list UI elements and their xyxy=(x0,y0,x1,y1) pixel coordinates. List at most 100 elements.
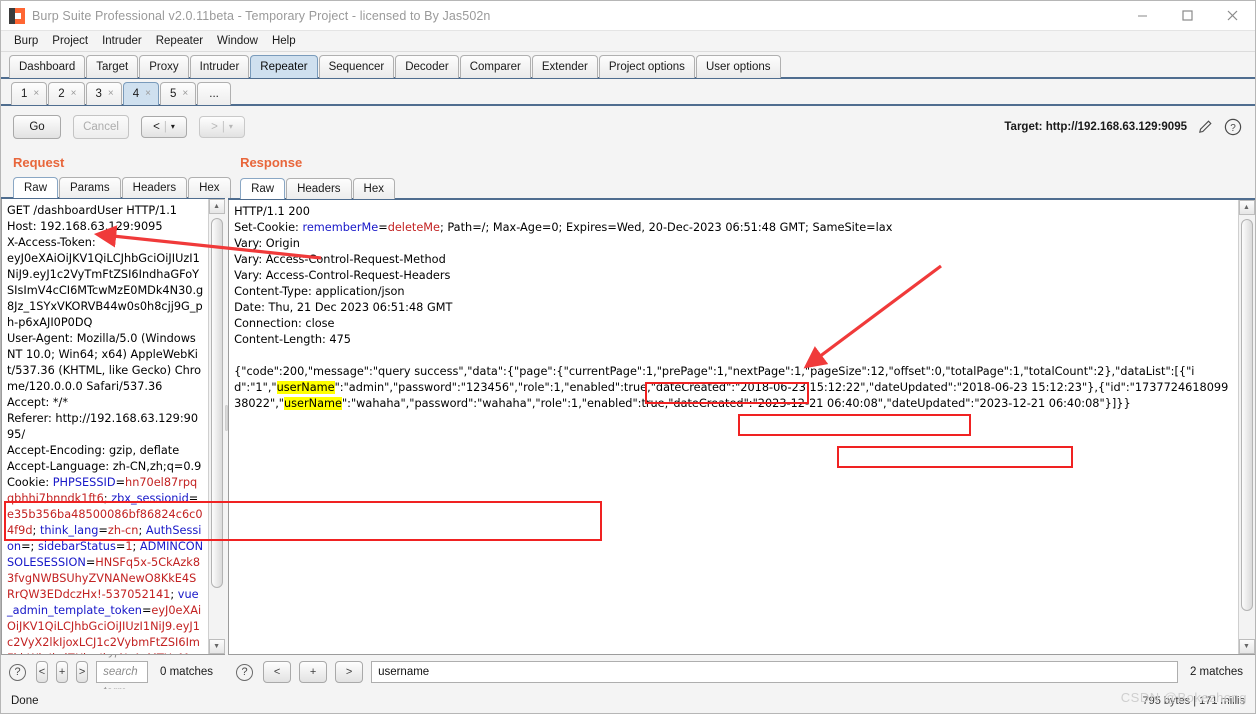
response-editor[interactable]: HTTP/1.1 200 Set-Cookie: rememberMe=dele… xyxy=(229,200,1238,654)
scroll-track[interactable] xyxy=(1238,215,1255,639)
response-search-input[interactable]: username xyxy=(371,661,1178,683)
back-button[interactable]: < | ▾ xyxy=(141,115,187,138)
search-next-button[interactable]: > xyxy=(335,661,364,683)
response-editor-wrap: HTTP/1.1 200 Set-Cookie: rememberMe=dele… xyxy=(228,200,1255,655)
chevron-down-icon: ▾ xyxy=(228,121,233,131)
menu-item-project[interactable]: Project xyxy=(45,33,95,49)
question-icon[interactable]: ? xyxy=(236,663,254,681)
chevron-left-icon: < xyxy=(153,120,160,133)
request-editor[interactable]: GET /dashboardUser HTTP/1.1 Host: 192.16… xyxy=(2,199,209,654)
set-cookie-value: deleteMe xyxy=(387,221,440,234)
cookie-value: zh-cn xyxy=(107,524,139,537)
scroll-up-icon[interactable]: ▲ xyxy=(208,199,225,214)
repeater-tab-strip: 1 × 2 × 3 × 4 × 5 × ... xyxy=(1,79,1255,106)
request-line-method: GET /dashboardUser HTTP/1.1 xyxy=(7,204,177,217)
scroll-thumb[interactable] xyxy=(210,218,223,588)
repeater-tab-2[interactable]: 2 × xyxy=(48,82,85,105)
tab-proxy[interactable]: Proxy xyxy=(139,55,189,78)
response-raw-text: HTTP/1.1 200 Set-Cookie: rememberMe=dele… xyxy=(234,204,1234,412)
response-scrollbar[interactable]: ▲ ▼ xyxy=(1238,200,1255,654)
repeater-tab-overflow[interactable]: ... xyxy=(197,82,231,105)
request-line-host: Host: 192.168.63.129:9095 xyxy=(7,220,163,233)
minimize-icon[interactable] xyxy=(1120,1,1165,31)
status-left-text: Done xyxy=(11,695,39,707)
request-tab-headers[interactable]: Headers xyxy=(121,177,188,198)
scroll-thumb[interactable] xyxy=(1240,219,1253,611)
menu-item-repeater[interactable]: Repeater xyxy=(149,33,210,49)
tab-comparer[interactable]: Comparer xyxy=(459,55,531,78)
request-search-input[interactable]: Type a search term xyxy=(96,646,148,698)
scroll-down-icon[interactable]: ▼ xyxy=(1238,639,1255,654)
request-tab-raw[interactable]: Raw xyxy=(13,177,59,198)
burp-logo-icon xyxy=(9,7,25,24)
scroll-down-icon[interactable]: ▼ xyxy=(208,639,225,654)
cancel-button[interactable]: Cancel xyxy=(73,114,129,139)
maximize-icon[interactable] xyxy=(1165,1,1210,31)
close-icon[interactable]: × xyxy=(145,87,151,101)
json-highlight-username: userName xyxy=(276,381,335,394)
response-header-connection: Connection: close xyxy=(234,317,335,330)
close-icon[interactable] xyxy=(1210,1,1255,31)
window-controls xyxy=(1120,1,1255,31)
response-tab-hex[interactable]: Hex xyxy=(352,178,395,199)
json-highlight-username: userName xyxy=(283,397,342,410)
request-cookie-line: Cookie: PHPSESSID=hn70el87rpqqbhhi7bnndk… xyxy=(7,476,204,654)
tab-extender[interactable]: Extender xyxy=(531,55,598,78)
response-set-cookie-line: Set-Cookie: rememberMe=deleteMe; Path=/;… xyxy=(234,221,893,234)
go-button[interactable]: Go xyxy=(13,114,61,139)
tab-dashboard[interactable]: Dashboard xyxy=(9,55,86,78)
cookie-sep: ; xyxy=(30,540,38,553)
request-tab-strip: Raw Params Headers Hex xyxy=(1,176,231,199)
close-icon[interactable]: × xyxy=(71,87,77,101)
tab-target[interactable]: Target xyxy=(86,55,139,78)
search-prev-button[interactable]: < xyxy=(263,661,292,683)
response-header-content-type: Content-Type: application/json xyxy=(234,285,405,298)
request-line-referer: Referer: http://192.168.63.129:9095/ xyxy=(7,412,199,441)
status-bar: Done 795 bytes | 171 millis CSDN @Bokezh… xyxy=(1,689,1255,713)
repeater-tab-3[interactable]: 3 × xyxy=(85,82,122,105)
burp-suite-window: Burp Suite Professional v2.0.11beta - Te… xyxy=(0,0,1256,714)
response-tab-strip: Raw Headers Hex xyxy=(228,176,1255,200)
request-tab-params[interactable]: Params xyxy=(59,177,121,198)
tab-decoder[interactable]: Decoder xyxy=(395,55,459,78)
forward-button[interactable]: > | ▾ xyxy=(199,115,245,138)
repeater-tab-label: 2 xyxy=(58,88,65,100)
tab-project-options[interactable]: Project options xyxy=(598,55,695,78)
scroll-track[interactable] xyxy=(208,214,225,639)
close-icon[interactable]: × xyxy=(33,87,39,101)
search-prev-button[interactable]: < xyxy=(36,661,49,683)
pencil-icon[interactable] xyxy=(1195,117,1215,137)
scroll-up-icon[interactable]: ▲ xyxy=(1238,200,1255,215)
response-title: Response xyxy=(240,155,303,170)
question-icon[interactable]: ? xyxy=(9,663,26,681)
response-search-bar: ? < + > username 2 matches xyxy=(228,655,1255,689)
response-header-content-length: Content-Length: 475 xyxy=(234,333,351,346)
repeater-tab-1[interactable]: 1 × xyxy=(11,82,48,105)
tab-user-options[interactable]: User options xyxy=(695,55,781,78)
repeater-tab-5[interactable]: 5 × xyxy=(160,82,197,105)
response-tab-raw[interactable]: Raw xyxy=(240,178,286,199)
close-icon[interactable]: × xyxy=(182,87,188,101)
response-header-date: Date: Thu, 21 Dec 2023 06:51:48 GMT xyxy=(234,301,453,314)
search-add-button[interactable]: + xyxy=(299,661,328,683)
question-icon[interactable]: ? xyxy=(1223,117,1243,137)
divider: | xyxy=(163,120,167,133)
search-next-button[interactable]: > xyxy=(76,661,89,683)
cookie-name: zbx_sessionid xyxy=(111,492,189,505)
tab-sequencer[interactable]: Sequencer xyxy=(318,55,395,78)
search-add-button[interactable]: + xyxy=(56,661,69,683)
close-icon[interactable]: × xyxy=(108,87,114,101)
repeater-tab-4[interactable]: 4 × xyxy=(122,82,159,105)
cookie-name: sidebarStatus xyxy=(37,540,116,553)
tab-repeater[interactable]: Repeater xyxy=(250,55,318,78)
request-scrollbar[interactable]: ▲ ▼ xyxy=(208,199,225,654)
request-tab-hex[interactable]: Hex xyxy=(188,177,231,198)
menu-item-burp[interactable]: Burp xyxy=(7,33,45,49)
tab-intruder[interactable]: Intruder xyxy=(189,55,250,78)
cookie-sep: ; xyxy=(32,524,40,537)
menu-item-help[interactable]: Help xyxy=(265,33,303,49)
title-bar: Burp Suite Professional v2.0.11beta - Te… xyxy=(1,1,1255,31)
response-tab-headers[interactable]: Headers xyxy=(286,178,352,199)
menu-item-intruder[interactable]: Intruder xyxy=(95,33,149,49)
menu-item-window[interactable]: Window xyxy=(210,33,265,49)
